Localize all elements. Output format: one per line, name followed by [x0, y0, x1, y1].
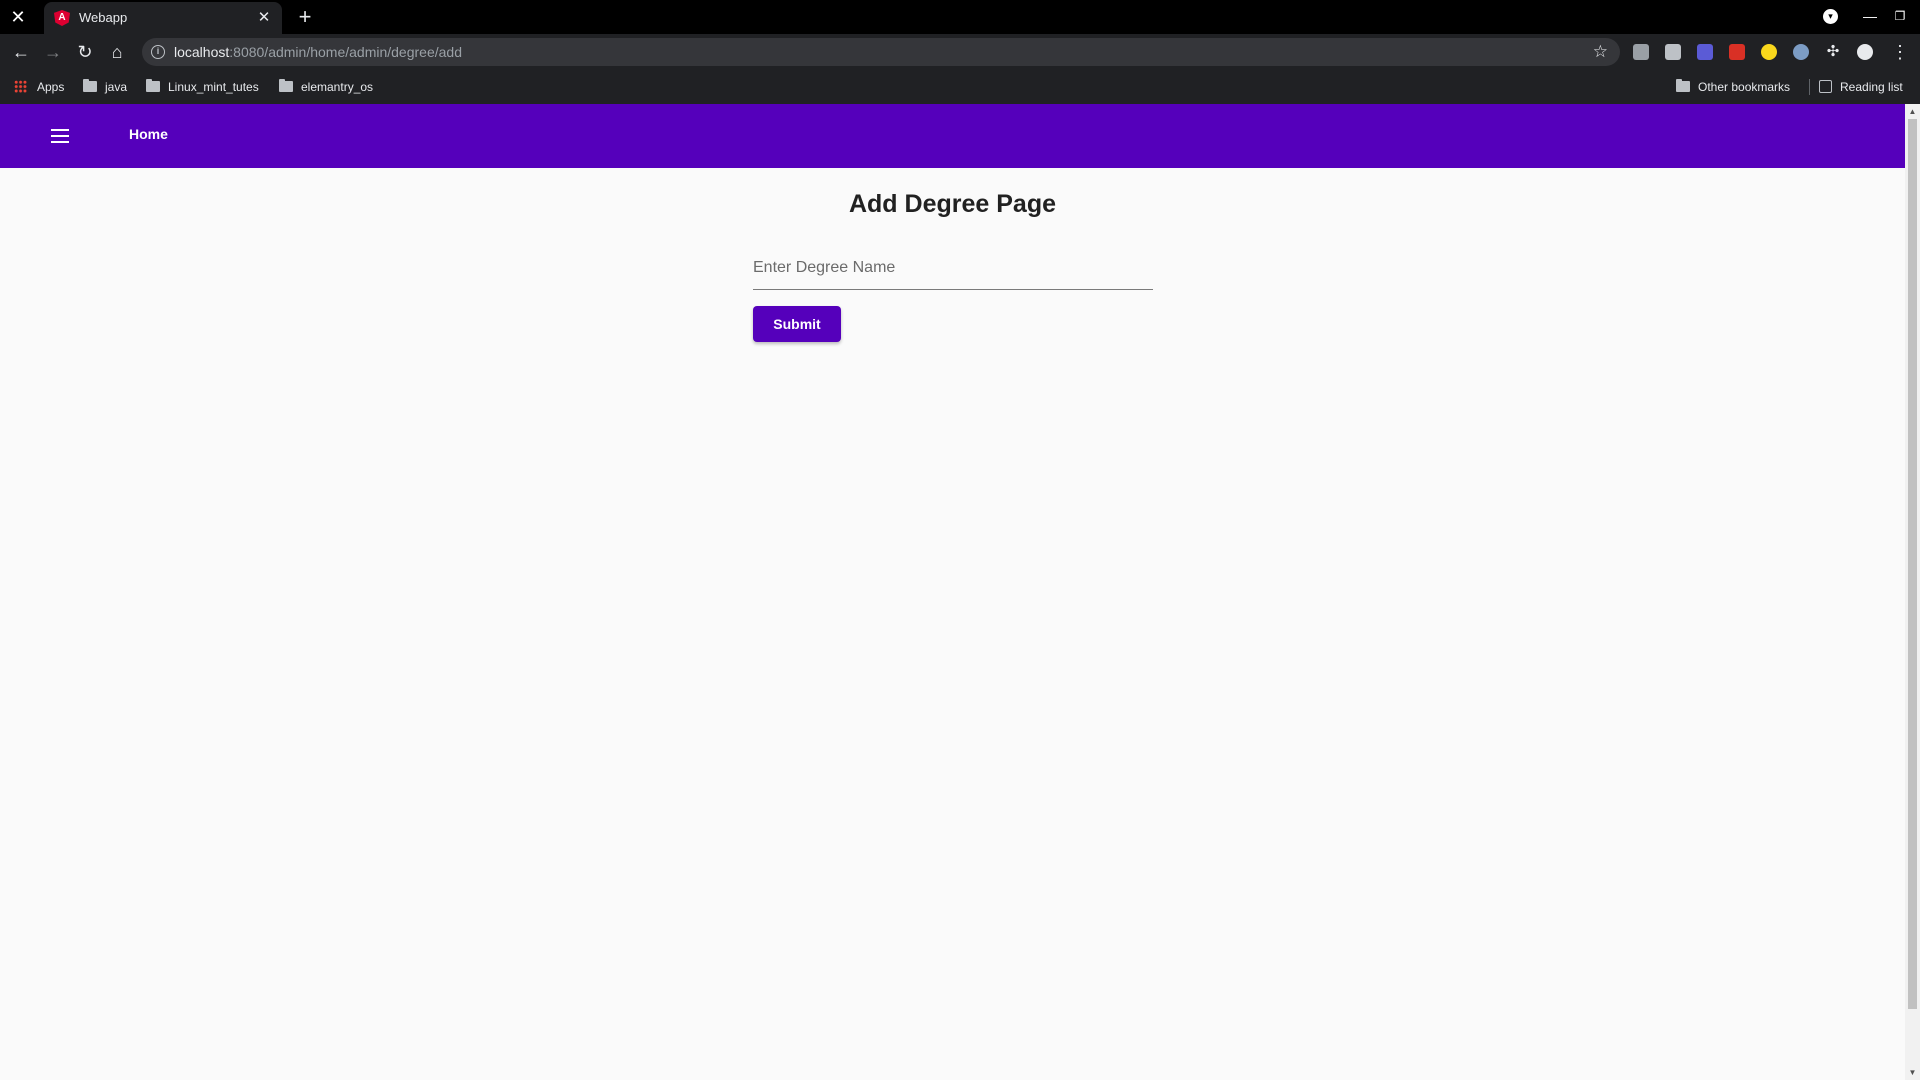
apps-grid-icon [14, 80, 27, 93]
extension-icon[interactable] [1729, 44, 1745, 60]
extension-icon[interactable] [1633, 44, 1649, 60]
nav-home-link[interactable]: Home [129, 126, 168, 142]
reading-list[interactable]: Reading list [1819, 77, 1903, 97]
bookmark-java[interactable]: java [83, 77, 127, 97]
scroll-down-icon[interactable]: ▼ [1905, 1065, 1920, 1080]
scroll-thumb[interactable] [1908, 119, 1917, 1009]
extensions-puzzle-icon[interactable]: ✣ [1825, 44, 1841, 60]
extension-icon[interactable] [1697, 44, 1713, 60]
bookmark-other[interactable]: Other bookmarks [1676, 77, 1790, 97]
bookmarks-bar: Apps java Linux_mint_tutes elemantry_os … [0, 70, 1920, 104]
window-minimize-icon[interactable]: — [1860, 6, 1880, 26]
extension-icon[interactable] [1793, 44, 1809, 60]
address-bar[interactable]: i localhost:8080/admin/home/admin/degree… [142, 38, 1620, 66]
page-title: Add Degree Page [848, 190, 1056, 218]
submit-button[interactable]: Submit [753, 306, 841, 342]
browser-tab[interactable]: A Webapp ✕ [44, 2, 282, 34]
bookmark-linux-mint-tutes[interactable]: Linux_mint_tutes [146, 77, 259, 97]
bookmarks-divider [1809, 79, 1810, 95]
folder-icon [83, 79, 97, 92]
browser-menu-icon[interactable]: ⋮ [1890, 40, 1910, 64]
forward-icon[interactable]: → [40, 39, 66, 65]
profile-avatar[interactable] [1857, 44, 1873, 60]
url-text[interactable]: localhost:8080/admin/home/admin/degree/a… [174, 44, 462, 60]
folder-icon [146, 79, 160, 92]
new-tab-icon[interactable]: + [292, 4, 318, 30]
app-toolbar: Home [0, 104, 1905, 168]
reading-list-icon [1819, 80, 1832, 93]
tab-title: Webapp [79, 10, 128, 25]
extension-icon[interactable] [1761, 44, 1777, 60]
tab-close-icon[interactable]: ✕ [254, 8, 274, 28]
home-icon[interactable]: ⌂ [104, 39, 130, 65]
browser-toolbar: ← → ↻ ⌂ i localhost:8080/admin/home/admi… [0, 34, 1920, 70]
page-scrollbar[interactable]: ▲ ▼ [1905, 104, 1920, 1080]
extension-icon[interactable] [1665, 44, 1681, 60]
menu-icon[interactable] [48, 124, 72, 148]
scroll-up-icon[interactable]: ▲ [1905, 104, 1920, 119]
bookmark-elemantry-os[interactable]: elemantry_os [279, 77, 373, 97]
angular-favicon-icon: A [54, 10, 70, 26]
degree-name-field [753, 248, 1153, 290]
folder-icon [1676, 79, 1690, 92]
bookmark-star-icon[interactable]: ☆ [1593, 41, 1608, 63]
info-icon[interactable]: i [151, 45, 165, 59]
tab-search-icon[interactable]: ▾ [1823, 9, 1838, 24]
window-close-icon[interactable]: ✕ [6, 5, 30, 29]
back-icon[interactable]: ← [8, 39, 34, 65]
folder-icon [279, 79, 293, 92]
degree-name-input[interactable] [753, 256, 1153, 280]
reload-icon[interactable]: ↻ [72, 39, 98, 65]
bookmark-apps[interactable]: Apps [14, 77, 64, 97]
tab-strip: ✕ A Webapp ✕ + ▾ — ❐ [0, 0, 1920, 34]
window-restore-icon[interactable]: ❐ [1890, 6, 1910, 26]
page-viewport: Home Add Degree Page Submit [0, 104, 1905, 1080]
